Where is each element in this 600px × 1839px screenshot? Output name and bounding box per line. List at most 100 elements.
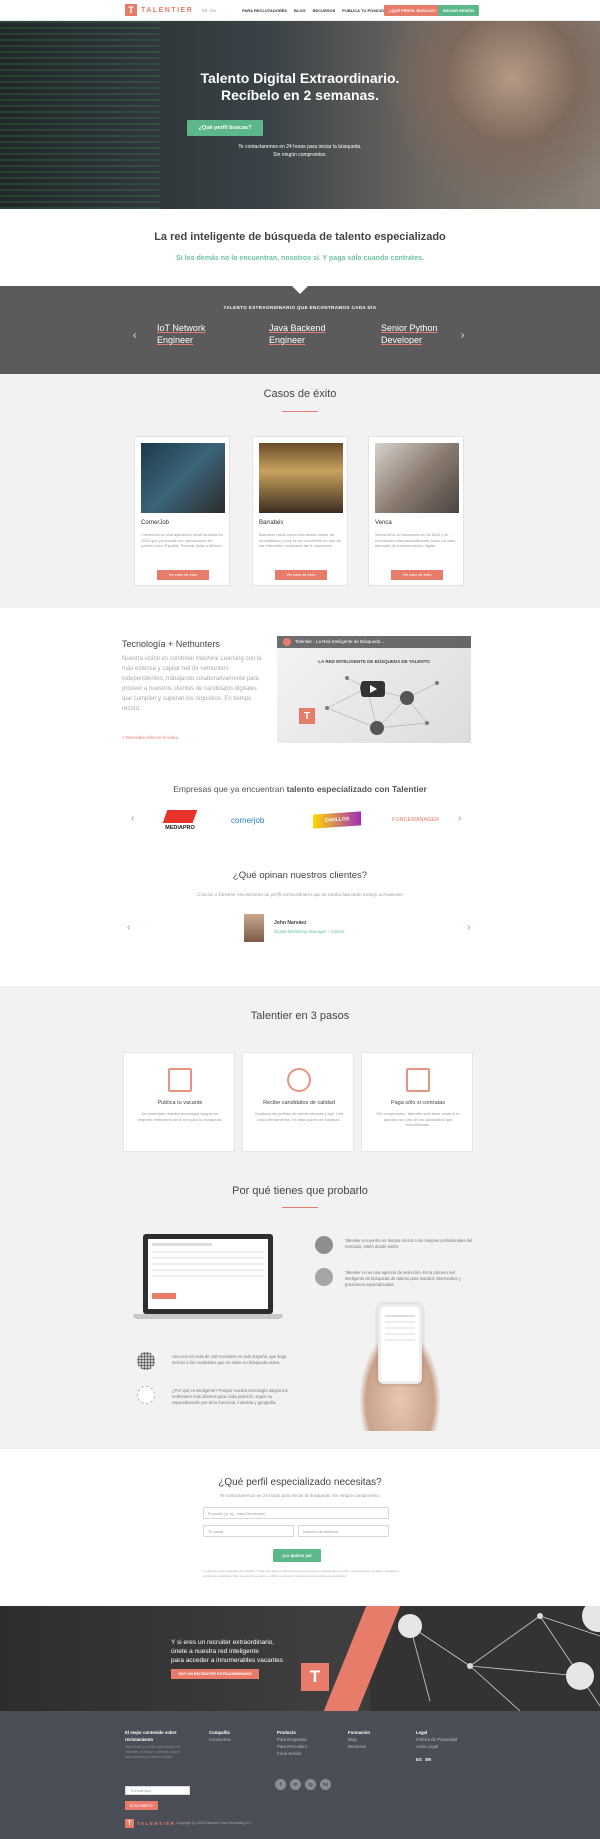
facebook-icon[interactable]: f (275, 1779, 286, 1790)
footer-col-training: Formación Blog Recursos (348, 1730, 370, 1750)
video-title-bar: Talentier - La Red Inteligente de Búsque… (277, 636, 471, 648)
case-button[interactable]: Ver caso de éxito (275, 570, 327, 580)
logos-next-icon[interactable]: › (458, 813, 461, 824)
hero-title-line1: Talento Digital Extraordinario. (200, 70, 400, 86)
footer-link[interactable]: Recursos (348, 1743, 370, 1750)
recruiter-signup-button[interactable]: SOY UN RECRUITER EXTRAORDINARIO (171, 1669, 259, 1679)
network-photo (370, 1606, 600, 1711)
case-image (375, 443, 459, 513)
footer-link[interactable]: Blog (348, 1736, 370, 1743)
video-player[interactable]: Talentier - La Red Inteligente de Búsque… (277, 636, 471, 743)
footer-link[interactable]: Para Empresas (277, 1736, 307, 1743)
payment-icon (406, 1068, 430, 1092)
newsletter-block: El mejor contenido sobre reclutamiento S… (125, 1729, 195, 1760)
profile-search-button[interactable]: ¿QUÉ PERFIL BUSCAS? (384, 5, 441, 16)
carousel-next-icon[interactable]: › (461, 330, 464, 341)
top-nav: T TALENTIER ES EN PARA RECLUTADORES BLOG… (0, 0, 600, 21)
footer-col-company: Compañía Conócenos (209, 1730, 231, 1743)
candidates-icon (287, 1068, 311, 1092)
brain-icon (315, 1268, 333, 1286)
person-icon (315, 1236, 333, 1254)
footer: El mejor contenido sobre reclutamiento S… (0, 1711, 600, 1839)
carousel-prev-icon[interactable]: ‹ (133, 330, 136, 341)
logos-prev-icon[interactable]: ‹ (131, 813, 134, 824)
title-underline (282, 1207, 318, 1208)
footer-link[interactable]: Inicia Sesión (277, 1750, 307, 1757)
step-card: Recibe candidatos de calidad Gestiona lo… (242, 1052, 354, 1152)
case-text: CornerJob es una aplicación móvil lanzad… (141, 532, 223, 548)
laptop-screen (148, 1239, 268, 1309)
login-button[interactable]: INICIAR SESIÓN (438, 5, 480, 16)
twitter-icon[interactable]: tw (320, 1779, 331, 1790)
network-lines (398, 1606, 600, 1711)
form-subtitle: Te contactaremos en 24 horas para inicia… (219, 1493, 381, 1498)
newsletter-email-input[interactable]: Tu email aquí (125, 1786, 190, 1795)
lang-es-link[interactable]: ES (202, 8, 207, 13)
nav-link-recruiters[interactable]: PARA RECLUTADORES (242, 8, 287, 13)
title-underline (282, 411, 318, 412)
footer-link[interactable]: Aviso Legal (416, 1743, 457, 1750)
nav-link-resources[interactable]: RECURSOS (313, 8, 336, 13)
testimonial-next-icon[interactable]: › (467, 922, 470, 933)
testimonial-prev-icon[interactable]: ‹ (127, 922, 130, 933)
network-graphic (325, 676, 439, 735)
email-input[interactable]: Tu email (203, 1525, 294, 1537)
case-name: Venca (375, 520, 392, 526)
step-card: Paga sólo si contratas Sin compromiso. T… (361, 1052, 473, 1152)
testimonial-quote: Gracias a Talentier encontramos un perfi… (197, 893, 403, 898)
step-card: Publica tu vacante De inmediato nuestra … (123, 1052, 235, 1152)
hero-cta-button[interactable]: ¿Qué perfil buscas? (187, 120, 263, 136)
footer-link[interactable]: Conócenos (209, 1736, 231, 1743)
submit-button[interactable]: ¡Lo quiero ya! (273, 1549, 321, 1562)
footer-logo[interactable]: T TALENTIER (125, 1819, 175, 1828)
instagram-icon[interactable]: ig (305, 1779, 316, 1790)
case-image (259, 443, 343, 513)
step-text: Gestiona los perfiles de forma cómoda y … (254, 1111, 344, 1122)
nav-link-publish[interactable]: PUBLICA TU POSICIÓN (342, 8, 387, 13)
talent-carousel: TALENTO EXTRAORDINARIO QUE ENCONTRAMOS C… (0, 286, 600, 374)
copyright: Copyright (c) 2018 Talentier Lean Recrui… (176, 1821, 252, 1825)
form-legal-text: Tu derecho está protegido por Talentier.… (203, 1569, 399, 1578)
phone-input[interactable]: Número de teléfono (298, 1525, 389, 1537)
video-link[interactable]: + Descubre más en el vídeo (122, 735, 178, 740)
position-input[interactable]: Posición (p. ej.: Java Developer) (203, 1507, 389, 1519)
client-name: John Narváez (274, 920, 307, 926)
play-button[interactable] (361, 681, 385, 697)
logo[interactable]: T TALENTIER (125, 4, 193, 16)
hero-title-line2: Recíbelo en 2 semanas. (221, 87, 379, 103)
phone-image (378, 1304, 422, 1384)
step-title: Paga sólo si contratas (390, 1100, 446, 1106)
case-button[interactable]: Ver caso de éxito (391, 570, 443, 580)
linkedin-icon[interactable]: in (290, 1779, 301, 1790)
nav-link-blog[interactable]: BLOG (294, 8, 306, 13)
talent-item[interactable]: IoT Network Engineer (157, 322, 205, 346)
talent-item[interactable]: Java Backend Engineer (269, 322, 326, 346)
lang-en-link[interactable]: EN (210, 8, 216, 13)
footer-link[interactable]: Política de Privacidad (416, 1736, 457, 1743)
join-text: Y si eres un recruiter extraordinario, ún… (171, 1639, 284, 1664)
tech-title: Tecnología + Nethunters (122, 639, 220, 649)
video-logo-mark: T (299, 708, 315, 724)
newsletter-title: El mejor contenido sobre reclutamiento (125, 1730, 177, 1742)
talent-item[interactable]: Senior Python Developer (381, 322, 438, 346)
hero-image-person (380, 21, 600, 209)
steps-title: Talentier en 3 pasos (250, 1010, 350, 1022)
contact-form-section: ¿Qué perfil especializado necesitas? Te … (0, 1449, 600, 1606)
footer-col-legal: Legal Política de Privacidad Aviso Legal… (416, 1730, 458, 1763)
why-point: Talentier encuentra en tiempo récord a l… (345, 1238, 473, 1249)
step-title: Recibe candidatos de calidad (263, 1100, 335, 1106)
footer-link[interactable]: Para Recruiters (277, 1743, 307, 1750)
talent-heading: TALENTO EXTRAORDINARIO QUE ENCONTRAMOS C… (223, 305, 377, 310)
mediapro-mark (162, 809, 198, 823)
companies-title: Empresas que ya encuentran talento espec… (173, 784, 427, 794)
cases-title: Casos de éxito (263, 388, 337, 400)
language-switch: ES EN (202, 8, 216, 13)
case-name: Barrabés (259, 520, 284, 526)
social-links: f in ig tw (275, 1779, 331, 1790)
network-dots-icon (137, 1352, 155, 1370)
case-button[interactable]: Ver caso de éxito (157, 570, 209, 580)
hero-section: Talento Digital Extraordinario. Recíbelo… (0, 21, 600, 209)
footer-language-switch[interactable]: ES EN (416, 1756, 457, 1763)
subscribe-button[interactable]: SUSCRIBIRTE (125, 1801, 158, 1810)
logo-text: TALENTIER (141, 6, 194, 14)
